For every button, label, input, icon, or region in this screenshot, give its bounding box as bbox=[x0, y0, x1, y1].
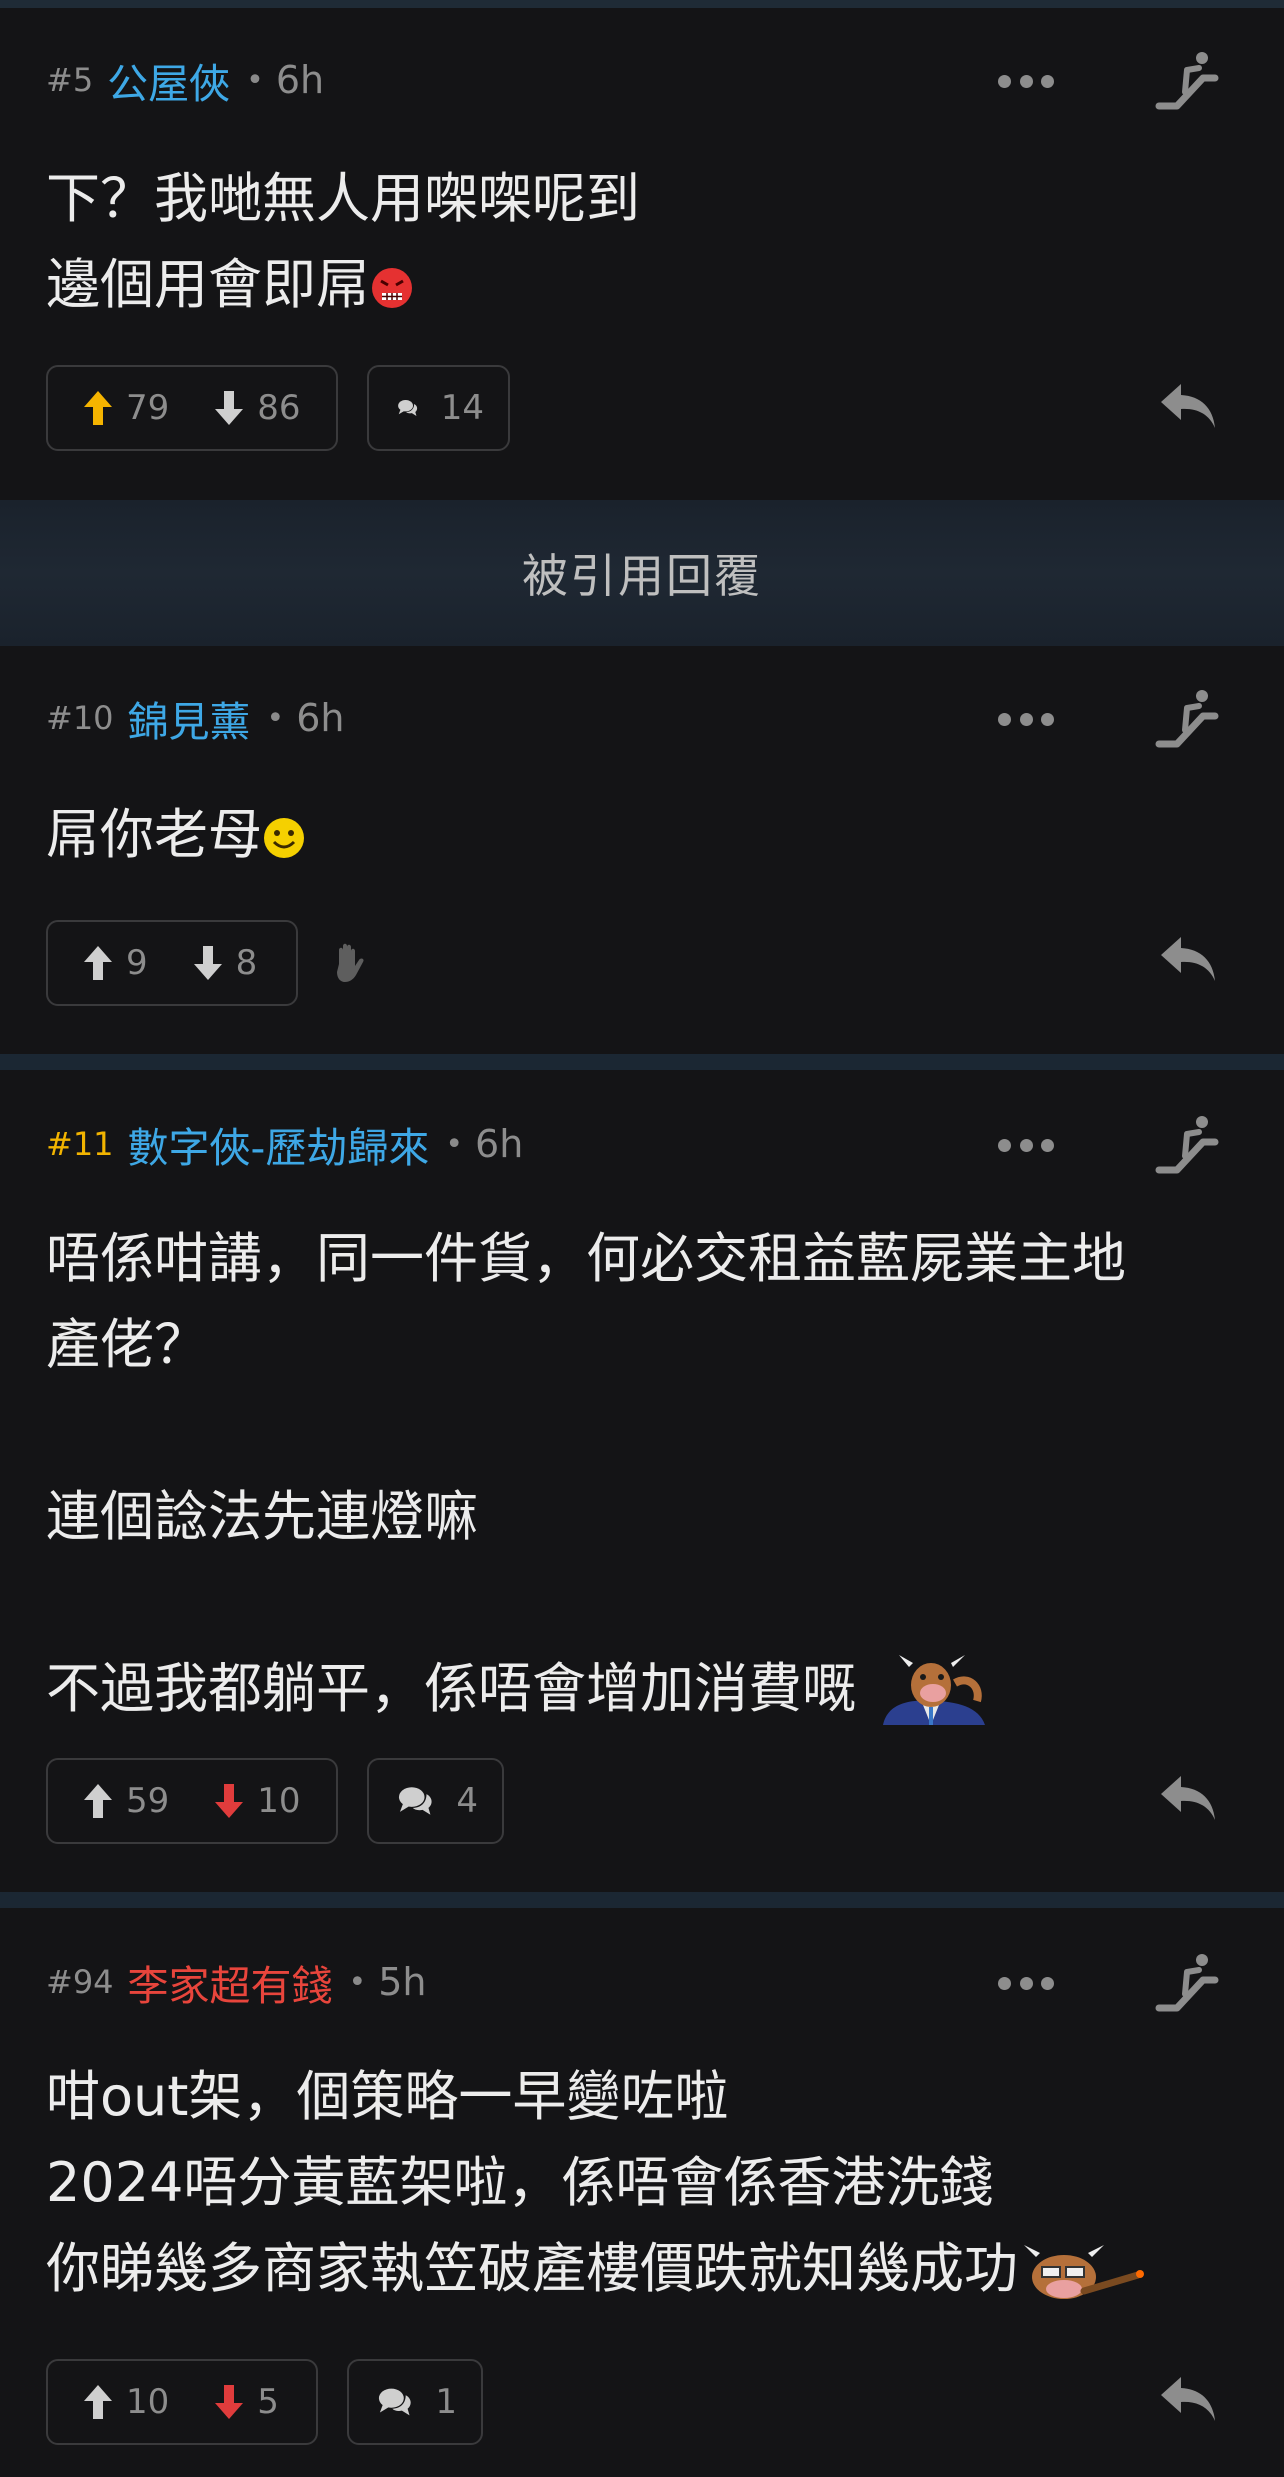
post-content: 咁out架，個策略一早變咗啦 2024唔分黃藍架啦，係唔會係香港洗錢你睇幾多商家執… bbox=[46, 2054, 1154, 2312]
comments-button[interactable]: 14 bbox=[367, 365, 510, 451]
post-divider bbox=[0, 1054, 1284, 1070]
content-line: 屌你老母 bbox=[46, 792, 306, 878]
comments-button[interactable]: 1 bbox=[347, 2359, 483, 2445]
content-line bbox=[46, 1560, 1126, 1646]
post-time: 6h bbox=[475, 1122, 524, 1166]
separator-dot: • bbox=[445, 1126, 464, 1162]
content-line: 你睇幾多商家執笠破產樓價跌就知幾成功 bbox=[46, 2226, 1154, 2312]
downvote-icon[interactable] bbox=[213, 1782, 245, 1820]
separator-dot: • bbox=[348, 1964, 367, 2000]
upvote-icon[interactable] bbox=[82, 2383, 114, 2421]
post-divider bbox=[0, 1892, 1284, 1908]
username[interactable]: 公屋俠 bbox=[107, 50, 230, 110]
reply-icon[interactable] bbox=[1157, 933, 1219, 985]
floor-number: #10 bbox=[46, 699, 114, 737]
reply-icon[interactable] bbox=[1157, 1772, 1219, 1824]
downvote-count: 8 bbox=[235, 943, 258, 983]
content-line: 產佬？ bbox=[46, 1313, 208, 1376]
content-line: 邊個用會即屌 bbox=[46, 242, 640, 328]
upvote-count: 59 bbox=[126, 1781, 170, 1821]
content-line: 咁out架，個策略一早變咗啦 bbox=[46, 2065, 729, 2128]
content-line: 連個諗法先連燈嘛 bbox=[46, 1485, 478, 1548]
username[interactable]: 李家超有錢 bbox=[128, 1952, 333, 2012]
reply-icon[interactable] bbox=[1157, 2373, 1219, 2425]
upvote-icon[interactable] bbox=[82, 1782, 114, 1820]
escalator-icon[interactable] bbox=[1155, 1112, 1219, 1176]
downvote-icon[interactable] bbox=[192, 944, 224, 982]
upvote-count: 10 bbox=[126, 2382, 170, 2422]
floor-number: #94 bbox=[46, 1963, 114, 2001]
post-meta: #94 李家超有錢 • 5h bbox=[46, 1952, 427, 2012]
cow-cigar-sticker bbox=[1024, 2245, 1144, 2300]
post-meta: #11 數字俠-歷劫歸來 • 6h bbox=[46, 1114, 523, 1174]
downvote-icon[interactable] bbox=[213, 2383, 245, 2421]
hand-icon bbox=[337, 943, 364, 982]
post-meta: #5 公屋俠 • 6h bbox=[46, 50, 324, 110]
post-10: #10 錦見薰 • 6h 屌你老母 9 8 bbox=[0, 646, 1284, 1054]
smiley-emoji bbox=[264, 818, 304, 859]
quoted-replies-bar[interactable]: 被引用回覆 bbox=[0, 500, 1284, 646]
vote-box: 59 10 bbox=[46, 1758, 338, 1844]
post-time: 6h bbox=[296, 696, 345, 740]
post-content: 唔係咁講，同一件貨，何必交租益藍屍業主地 產佬？ 連個諗法先連燈嘛 不過我都躺平，… bbox=[46, 1216, 1126, 1732]
upvote-count: 79 bbox=[126, 388, 170, 428]
separator-dot: • bbox=[266, 700, 285, 736]
cow-boss-sticker bbox=[883, 1655, 986, 1726]
content-line bbox=[46, 1388, 1126, 1474]
more-options-button[interactable] bbox=[998, 71, 1054, 91]
vote-box: 10 5 bbox=[46, 2359, 318, 2445]
more-options-button[interactable] bbox=[998, 1973, 1054, 1993]
floor-number: #5 bbox=[46, 61, 94, 99]
post-content: 下？我哋無人用㗎㗎呢到邊個用會即屌 bbox=[46, 156, 640, 328]
username[interactable]: 錦見薰 bbox=[128, 688, 251, 748]
post-94: #94 李家超有錢 • 5h 咁out架，個策略一早變咗啦 2024唔分黃藍架啦，… bbox=[0, 1908, 1284, 2477]
content-line: 不過我都躺平，係唔會增加消費嘅 bbox=[46, 1646, 1126, 1732]
angry-face-emoji bbox=[372, 268, 412, 309]
post-content: 屌你老母 bbox=[46, 792, 306, 878]
post-time: 5h bbox=[378, 1960, 427, 2004]
comments-button[interactable]: 4 bbox=[367, 1758, 504, 1844]
comment-count: 1 bbox=[435, 2382, 457, 2422]
quoted-replies-label: 被引用回覆 bbox=[522, 549, 762, 603]
upvote-icon[interactable] bbox=[82, 944, 114, 982]
separator-dot: • bbox=[246, 62, 264, 98]
post-time: 6h bbox=[275, 58, 325, 102]
top-divider bbox=[0, 0, 1284, 8]
comment-icon bbox=[378, 2388, 411, 2416]
vote-box: 79 86 bbox=[46, 365, 338, 451]
content-line: 2024唔分黃藍架啦，係唔會係香港洗錢 bbox=[46, 2151, 994, 2214]
post-11: #11 數字俠-歷劫歸來 • 6h 唔係咁講，同一件貨，何必交租益藍屍業主地 產佬… bbox=[0, 1070, 1284, 1892]
escalator-icon[interactable] bbox=[1155, 686, 1219, 750]
comment-count: 4 bbox=[456, 1781, 478, 1821]
post-5: #5 公屋俠 • 6h 下？我哋無人用㗎㗎呢到邊個用會即屌 79 86 14 bbox=[0, 8, 1284, 500]
downvote-count: 86 bbox=[257, 388, 301, 428]
content-line: 下？我哋無人用㗎㗎呢到 bbox=[46, 167, 640, 230]
escalator-icon[interactable] bbox=[1155, 1950, 1219, 2014]
comment-count: 14 bbox=[440, 388, 484, 428]
downvote-count: 10 bbox=[257, 1781, 301, 1821]
downvote-count: 5 bbox=[257, 2382, 279, 2422]
comment-icon bbox=[398, 399, 418, 417]
upvote-count: 9 bbox=[126, 943, 148, 983]
downvote-icon[interactable] bbox=[213, 389, 245, 427]
comment-icon bbox=[398, 1787, 432, 1815]
more-options-button[interactable] bbox=[998, 1135, 1054, 1155]
vote-box: 9 8 bbox=[46, 920, 298, 1006]
more-options-button[interactable] bbox=[998, 709, 1054, 729]
reply-icon[interactable] bbox=[1157, 380, 1219, 432]
escalator-icon[interactable] bbox=[1155, 48, 1219, 112]
floor-number: #11 bbox=[46, 1125, 114, 1163]
upvote-icon[interactable] bbox=[82, 389, 114, 427]
content-line: 唔係咁講，同一件貨，何必交租益藍屍業主地 bbox=[46, 1227, 1126, 1290]
post-meta: #10 錦見薰 • 6h bbox=[46, 688, 345, 748]
username[interactable]: 數字俠-歷劫歸來 bbox=[128, 1114, 430, 1174]
